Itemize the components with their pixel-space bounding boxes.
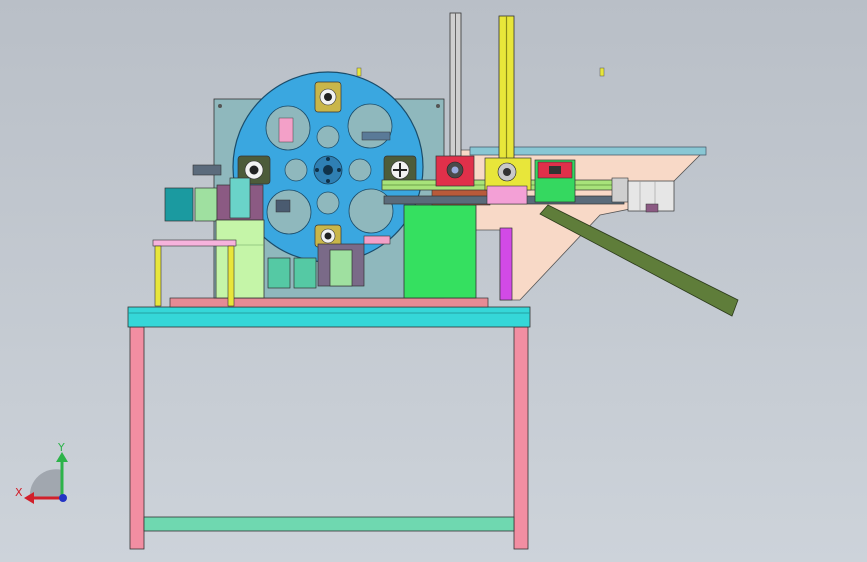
left-leg <box>129 326 145 550</box>
x-axis-label: X <box>15 486 23 499</box>
cylinder <box>194 187 218 222</box>
station-yellow <box>484 157 532 205</box>
station-red <box>435 155 475 187</box>
right-leg <box>513 326 529 550</box>
magenta-upright <box>499 227 513 301</box>
sensor-marker <box>356 67 362 77</box>
disc-window <box>348 188 394 234</box>
disc-window <box>347 103 393 149</box>
machine-assembly-drawing <box>24 12 739 550</box>
cylinder <box>164 187 194 222</box>
y-axis-label: Y <box>58 441 65 454</box>
cad-viewport[interactable]: Y X <box>0 0 867 562</box>
green-column <box>215 219 265 299</box>
base-plate <box>169 297 489 308</box>
sensor-marker <box>599 67 605 77</box>
triad-plane <box>29 469 63 498</box>
coordinate-triad <box>24 452 68 504</box>
gripper-station-top <box>314 81 342 113</box>
table-top <box>127 306 531 328</box>
discharge-chute <box>539 204 739 317</box>
z-axis-dot <box>59 494 67 502</box>
lower-crossbar <box>143 516 515 532</box>
green-block <box>403 204 477 299</box>
frame-table <box>127 297 531 550</box>
station-green <box>534 159 576 203</box>
